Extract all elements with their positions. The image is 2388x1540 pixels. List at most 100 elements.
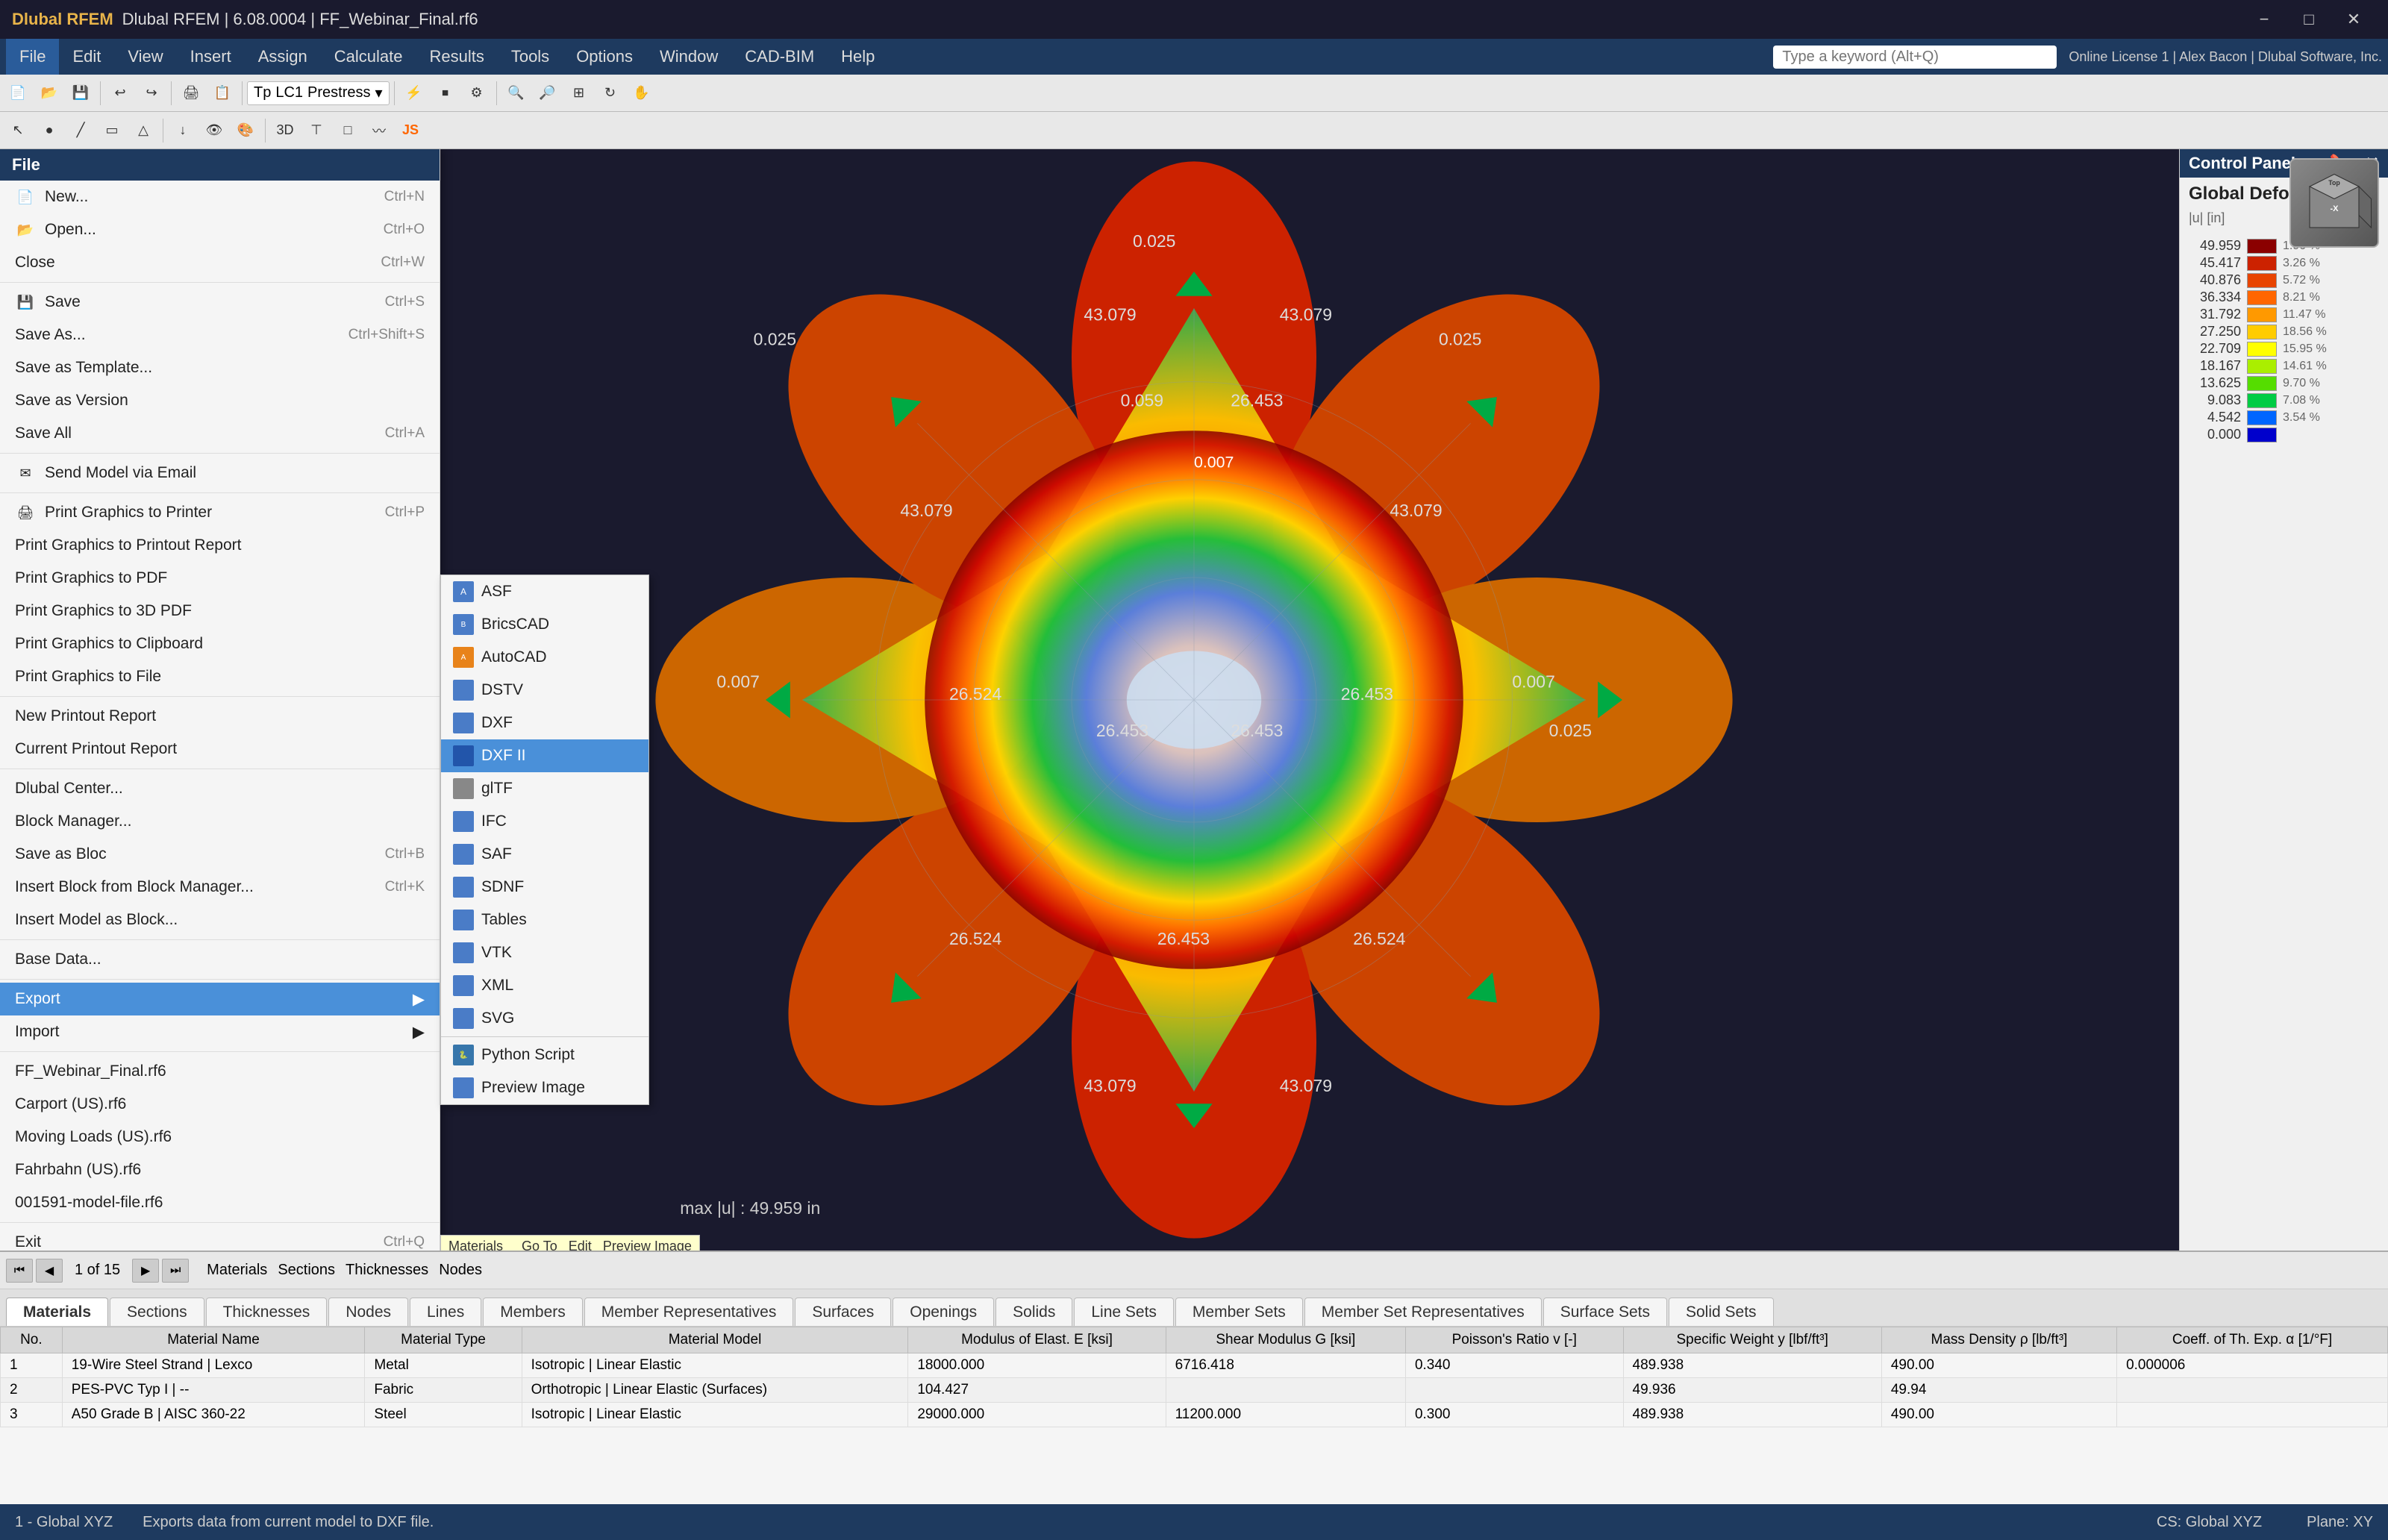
search-input[interactable]	[1773, 46, 2057, 69]
exp-ifc[interactable]: IFC	[441, 805, 648, 838]
tab-openings[interactable]: Openings	[893, 1298, 994, 1326]
tab-thicknesses[interactable]: Thicknesses	[206, 1298, 328, 1326]
fm-insert-model[interactable]: Insert Model as Block...	[0, 904, 440, 936]
fm-insert-block[interactable]: Insert Block from Block Manager... Ctrl+…	[0, 871, 440, 904]
tb-save[interactable]: 💾	[66, 78, 96, 108]
fm-file-5[interactable]: 001591-model-file.rf6	[0, 1186, 440, 1219]
exp-saf[interactable]: SAF	[441, 838, 648, 871]
tb-view-top[interactable]: ⊤	[301, 116, 331, 145]
fm-file-4[interactable]: Fahrbahn (US).rf6	[0, 1154, 440, 1186]
fm-print-clipboard[interactable]: Print Graphics to Clipboard	[0, 627, 440, 660]
tb-zoom-out[interactable]: 🔎	[533, 78, 563, 108]
menu-file[interactable]: File	[6, 39, 59, 75]
exp-dxf[interactable]: DXF	[441, 707, 648, 739]
exp-svg[interactable]: SVG	[441, 1002, 648, 1035]
minimize-button[interactable]: −	[2242, 0, 2287, 39]
tb-view-3d[interactable]: 3D	[270, 116, 300, 145]
3d-cube-widget[interactable]: -X Top	[2289, 158, 2379, 248]
tb-js[interactable]: JS	[396, 116, 425, 145]
tb-fit[interactable]: ⊞	[564, 78, 594, 108]
menu-insert[interactable]: Insert	[177, 39, 245, 75]
fm-print-3dpdf[interactable]: Print Graphics to 3D PDF	[0, 595, 440, 627]
exp-dstv[interactable]: DSTV	[441, 674, 648, 707]
exp-asf[interactable]: A ASF	[441, 575, 648, 608]
menu-calculate[interactable]: Calculate	[321, 39, 416, 75]
fm-file-2[interactable]: Carport (US).rf6	[0, 1088, 440, 1121]
nav-next[interactable]: ▶	[132, 1259, 159, 1283]
tab-surfaces[interactable]: Surfaces	[795, 1298, 891, 1326]
tab-surface-sets[interactable]: Surface Sets	[1543, 1298, 1667, 1326]
tb-rotate[interactable]: ↻	[596, 78, 625, 108]
fm-file-3[interactable]: Moving Loads (US).rf6	[0, 1121, 440, 1154]
tb-redo[interactable]: ↪	[137, 78, 166, 108]
nav-prev[interactable]: ◀	[36, 1259, 63, 1283]
exp-gltf[interactable]: glTF	[441, 772, 648, 805]
tb-settings[interactable]: ⚙	[462, 78, 492, 108]
tab-solids[interactable]: Solids	[995, 1298, 1072, 1326]
exp-dxf2[interactable]: DXF II	[441, 739, 648, 772]
menu-options[interactable]: Options	[563, 39, 646, 75]
tb-load[interactable]: ↓	[168, 116, 198, 145]
tb-open[interactable]: 📂	[34, 78, 64, 108]
fm-dlubal-center[interactable]: Dlubal Center...	[0, 772, 440, 805]
tb-zoom-in[interactable]: 🔍	[501, 78, 531, 108]
menu-cad-bim[interactable]: CAD-BIM	[731, 39, 828, 75]
tab-solid-sets[interactable]: Solid Sets	[1669, 1298, 1774, 1326]
table-row[interactable]: 3 A50 Grade B | AISC 360-22 Steel Isotro…	[1, 1403, 2388, 1427]
tb-render[interactable]: 🎨	[231, 116, 260, 145]
menu-window[interactable]: Window	[646, 39, 731, 75]
exp-tables[interactable]: Tables	[441, 904, 648, 936]
tab-member-set-rep[interactable]: Member Set Representatives	[1304, 1298, 1542, 1326]
tb-support[interactable]: △	[128, 116, 158, 145]
fm-open[interactable]: 📂 Open... Ctrl+O	[0, 213, 440, 246]
tb-surface[interactable]: ▭	[97, 116, 127, 145]
fm-save-as[interactable]: Save As... Ctrl+Shift+S	[0, 319, 440, 351]
tab-lines[interactable]: Lines	[410, 1298, 481, 1326]
fm-print-printer[interactable]: 🖨 Print Graphics to Printer Ctrl+P	[0, 496, 440, 529]
menu-edit[interactable]: Edit	[59, 39, 114, 75]
nav-last[interactable]: ⏭	[162, 1259, 189, 1283]
nav-first[interactable]: ⏮	[6, 1259, 33, 1283]
exp-preview[interactable]: Preview Image	[441, 1071, 648, 1104]
tb-display[interactable]: 👁	[199, 116, 229, 145]
exp-sdnf[interactable]: SDNF	[441, 871, 648, 904]
menu-assign[interactable]: Assign	[245, 39, 321, 75]
fm-file-1[interactable]: FF_Webinar_Final.rf6	[0, 1055, 440, 1088]
menu-view[interactable]: View	[114, 39, 176, 75]
exp-python[interactable]: 🐍 Python Script	[441, 1039, 648, 1071]
exp-vtk[interactable]: VTK	[441, 936, 648, 969]
tab-member-sets[interactable]: Member Sets	[1175, 1298, 1303, 1326]
tab-line-sets[interactable]: Line Sets	[1074, 1298, 1174, 1326]
tb-stop[interactable]: ⏹	[431, 78, 460, 108]
fm-save-version[interactable]: Save as Version	[0, 384, 440, 417]
maximize-button[interactable]: □	[2287, 0, 2331, 39]
fm-save[interactable]: 💾 Save Ctrl+S	[0, 286, 440, 319]
fm-current-printout[interactable]: Current Printout Report	[0, 733, 440, 766]
tab-sections[interactable]: Sections	[110, 1298, 204, 1326]
tb-line[interactable]: ╱	[66, 116, 96, 145]
table-row[interactable]: 2 PES-PVC Typ I | -- Fabric Orthotropic …	[1, 1378, 2388, 1403]
fm-new-printout[interactable]: New Printout Report	[0, 700, 440, 733]
fm-print-file[interactable]: Print Graphics to File	[0, 660, 440, 693]
tab-nodes[interactable]: Nodes	[328, 1298, 408, 1326]
fm-export[interactable]: Export ▶	[0, 983, 440, 1015]
fm-send-email[interactable]: ✉ Send Model via Email	[0, 457, 440, 489]
tab-members[interactable]: Members	[483, 1298, 583, 1326]
tb-new[interactable]: 📄	[3, 78, 33, 108]
tb-node[interactable]: ●	[34, 116, 64, 145]
tb-pan[interactable]: ✋	[627, 78, 657, 108]
tb-calc[interactable]: ⚡	[399, 78, 429, 108]
fm-save-all[interactable]: Save All Ctrl+A	[0, 417, 440, 450]
tb-undo[interactable]: ↩	[105, 78, 135, 108]
fm-block-manager[interactable]: Block Manager...	[0, 805, 440, 838]
lc-dropdown[interactable]: Tp LC1 Prestress ▾	[247, 81, 390, 105]
fm-print-report[interactable]: Print Graphics to Printout Report	[0, 529, 440, 562]
fm-save-bloc[interactable]: Save as Bloc Ctrl+B	[0, 838, 440, 871]
fm-print-pdf[interactable]: Print Graphics to PDF	[0, 562, 440, 595]
menu-tools[interactable]: Tools	[498, 39, 563, 75]
fm-import[interactable]: Import ▶	[0, 1015, 440, 1048]
exp-bricscad[interactable]: B BricsCAD	[441, 608, 648, 641]
fm-save-template[interactable]: Save as Template...	[0, 351, 440, 384]
exp-xml[interactable]: XML	[441, 969, 648, 1002]
menu-results[interactable]: Results	[416, 39, 497, 75]
